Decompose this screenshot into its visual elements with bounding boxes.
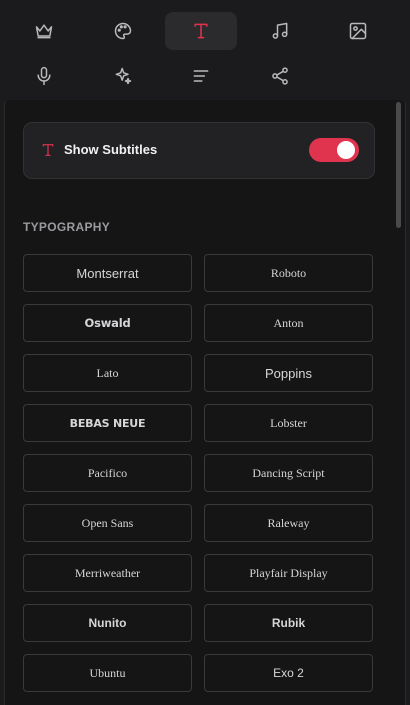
font-option-lobster[interactable]: Lobster — [204, 404, 373, 442]
typography-section-title: TYPOGRAPHY — [23, 220, 111, 234]
font-option-raleway[interactable]: Raleway — [204, 504, 373, 542]
tool-sparkles[interactable] — [87, 57, 159, 95]
show-subtitles-label: Show Subtitles — [64, 142, 158, 157]
tool-palette[interactable] — [87, 12, 159, 50]
toggle-knob — [337, 141, 355, 159]
font-option-nunito[interactable]: Nunito — [23, 604, 192, 642]
font-option-exo-2[interactable]: Exo 2 — [204, 654, 373, 692]
show-subtitles-card: Show Subtitles — [23, 122, 375, 179]
text-t-icon — [194, 23, 208, 39]
font-option-playfair-display[interactable]: Playfair Display — [204, 554, 373, 592]
music-note-icon — [272, 22, 288, 39]
font-option-lato[interactable]: Lato — [23, 354, 192, 392]
tool-image[interactable] — [322, 12, 394, 50]
scrollbar-thumb[interactable] — [396, 102, 401, 228]
font-option-pacifico[interactable]: Pacifico — [23, 454, 192, 492]
font-option-open-sans[interactable]: Open Sans — [23, 504, 192, 542]
tool-crown[interactable] — [8, 12, 80, 50]
show-subtitles-toggle[interactable] — [309, 138, 359, 162]
font-option-ubuntu[interactable]: Ubuntu — [23, 654, 192, 692]
font-option-merriweather[interactable]: Merriweather — [23, 554, 192, 592]
font-option-oswald[interactable]: Oswald — [23, 304, 192, 342]
share-icon — [272, 67, 288, 85]
app-root: Show Subtitles TYPOGRAPHY Montserrat Rob… — [0, 0, 410, 705]
image-icon — [349, 22, 367, 40]
microphone-icon — [37, 66, 51, 86]
font-option-montserrat[interactable]: Montserrat — [23, 254, 192, 292]
tool-music[interactable] — [244, 12, 316, 50]
tool-typography[interactable] — [165, 12, 237, 50]
font-option-dancing-script[interactable]: Dancing Script — [204, 454, 373, 492]
font-option-bebas-neue[interactable]: BEBAS NEUE — [23, 404, 192, 442]
sparkles-icon — [115, 67, 132, 85]
font-option-rubik[interactable]: Rubik — [204, 604, 373, 642]
tool-microphone[interactable] — [8, 57, 80, 95]
text-t-icon — [40, 142, 56, 158]
font-option-anton[interactable]: Anton — [204, 304, 373, 342]
font-option-roboto[interactable]: Roboto — [204, 254, 373, 292]
settings-panel: Show Subtitles TYPOGRAPHY Montserrat Rob… — [4, 100, 406, 705]
crown-icon — [35, 24, 53, 39]
tool-share[interactable] — [244, 57, 316, 95]
font-option-poppins[interactable]: Poppins — [204, 354, 373, 392]
align-left-icon — [193, 70, 209, 82]
tool-text-align[interactable] — [165, 57, 237, 95]
toolbar — [0, 0, 410, 100]
palette-icon — [114, 22, 132, 40]
